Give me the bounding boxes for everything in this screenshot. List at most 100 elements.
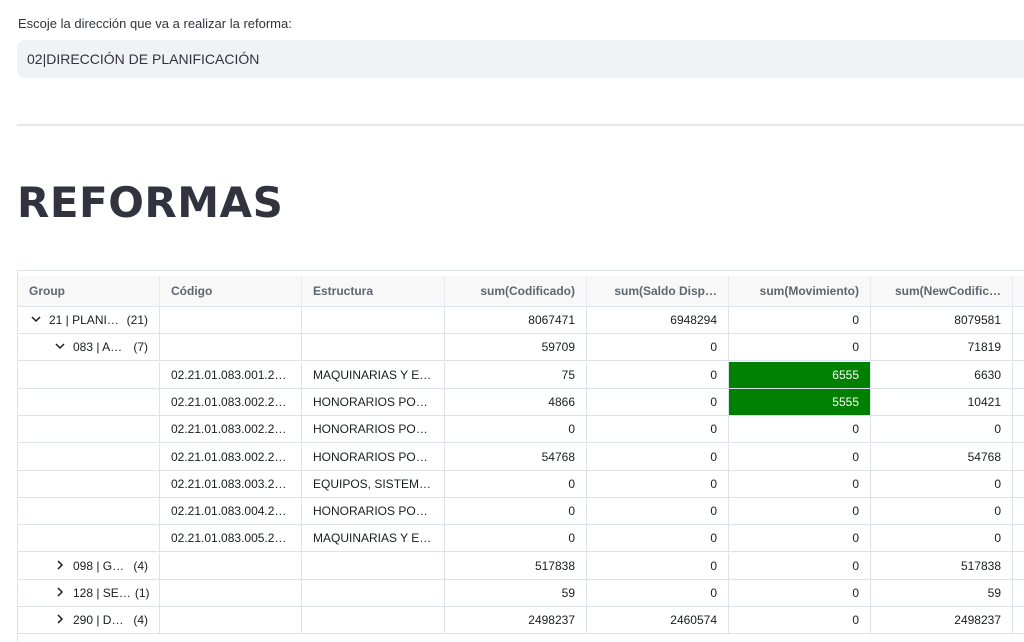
- header-group[interactable]: Group: [18, 276, 160, 306]
- codigo-cell[interactable]: 02.21.01.083.003.2…: [160, 470, 302, 497]
- table-row[interactable]: 02.21.01.083.003.2… EQUIPOS, SISTEMA… 0 0 0 0: [18, 470, 1024, 498]
- newcodificado-cell[interactable]: 6630: [871, 361, 1013, 388]
- saldo-cell[interactable]: 0: [587, 580, 729, 606]
- movimiento-cell[interactable]: 6555: [729, 361, 871, 388]
- codificado-cell[interactable]: 8067471: [445, 307, 587, 333]
- group-toggle[interactable]: 083 | A… (7): [29, 340, 148, 354]
- codificado-cell[interactable]: 0: [445, 498, 587, 525]
- codificado-cell[interactable]: 59: [445, 580, 587, 606]
- movimiento-cell[interactable]: 5555: [729, 388, 871, 415]
- estructura-cell[interactable]: HONORARIOS POR …: [302, 416, 445, 443]
- table-row[interactable]: 02.21.01.083.002.2… HONORARIOS POR … 0 0 0 0: [18, 416, 1024, 444]
- chevron-right-icon[interactable]: [53, 613, 67, 627]
- movimiento-cell[interactable]: 0: [729, 498, 871, 525]
- codificado-cell[interactable]: 517838: [445, 552, 587, 579]
- table-row[interactable]: 083 | A… (7) 59709 0 0 71819: [18, 334, 1024, 362]
- group-toggle[interactable]: 128 | SE… (1): [29, 586, 150, 600]
- codigo-cell[interactable]: [160, 580, 302, 606]
- codigo-cell[interactable]: [160, 334, 302, 361]
- codificado-cell[interactable]: 54768: [445, 443, 587, 470]
- header-estructura[interactable]: Estructura: [302, 276, 445, 306]
- estructura-cell[interactable]: MAQUINARIAS Y EQ…: [302, 361, 445, 388]
- group-toggle[interactable]: 21 | PLANI… (21): [29, 313, 148, 327]
- codigo-cell[interactable]: 02.21.01.083.005.2…: [160, 525, 302, 552]
- group-cell[interactable]: 083 | A… (7): [18, 334, 160, 361]
- codificado-cell[interactable]: 59709: [445, 334, 587, 361]
- chevron-right-icon[interactable]: [53, 559, 67, 573]
- newcodificado-cell[interactable]: 2498237: [871, 607, 1013, 634]
- saldo-cell[interactable]: 0: [587, 525, 729, 552]
- chevron-down-icon[interactable]: [29, 313, 43, 327]
- movimiento-cell[interactable]: 0: [729, 443, 871, 470]
- movimiento-cell[interactable]: 0: [729, 552, 871, 579]
- table-row[interactable]: 098 | G… (4) 517838 0 0 517838: [18, 552, 1024, 580]
- movimiento-cell[interactable]: 0: [729, 416, 871, 443]
- newcodificado-cell[interactable]: 0: [871, 416, 1013, 443]
- table-row[interactable]: 02.21.01.083.001.2… MAQUINARIAS Y EQ… 75 0 6…: [18, 361, 1024, 389]
- movimiento-cell[interactable]: 0: [729, 470, 871, 497]
- codificado-cell[interactable]: 0: [445, 525, 587, 552]
- saldo-cell[interactable]: 0: [587, 498, 729, 525]
- chevron-down-icon[interactable]: [53, 340, 67, 354]
- estructura-cell[interactable]: HONORARIOS POR …: [302, 388, 445, 415]
- codigo-cell[interactable]: [160, 607, 302, 634]
- group-toggle[interactable]: 290 | D… (4): [29, 613, 148, 627]
- codigo-cell[interactable]: 02.21.01.083.004.2…: [160, 498, 302, 525]
- direccion-select[interactable]: 02|DIRECCIÓN DE PLANIFICACIÓN: [17, 40, 1024, 78]
- table-row[interactable]: 02.21.01.083.005.2… MAQUINARIAS Y EQ… 0 0 0 0: [18, 525, 1024, 553]
- estructura-cell[interactable]: HONORARIOS POR …: [302, 498, 445, 525]
- newcodificado-cell[interactable]: 71819: [871, 334, 1013, 361]
- table-row[interactable]: 21 | PLANI… (21) 8067471 6948294 0 8079581: [18, 307, 1024, 334]
- codificado-cell[interactable]: 2498237: [445, 607, 587, 634]
- movimiento-cell[interactable]: 0: [729, 607, 871, 634]
- saldo-cell[interactable]: 6948294: [587, 307, 729, 333]
- movimiento-cell[interactable]: 0: [729, 525, 871, 552]
- group-cell[interactable]: 098 | G… (4): [18, 552, 160, 579]
- saldo-cell[interactable]: 0: [587, 470, 729, 497]
- newcodificado-cell[interactable]: 59: [871, 580, 1013, 606]
- table-row[interactable]: 02.21.01.083.004.2… HONORARIOS POR … 0 0 0 0: [18, 498, 1024, 526]
- header-saldo[interactable]: sum(Saldo Disp…: [587, 276, 729, 306]
- codigo-cell[interactable]: 02.21.01.083.002.2…: [160, 443, 302, 470]
- newcodificado-cell[interactable]: 54768: [871, 443, 1013, 470]
- movimiento-cell[interactable]: 0: [729, 580, 871, 606]
- table-row[interactable]: 02.21.01.083.002.2… HONORARIOS POR … 4866 0…: [18, 388, 1024, 416]
- estructura-cell[interactable]: [302, 307, 445, 333]
- header-codigo[interactable]: Código: [160, 276, 302, 306]
- codigo-cell[interactable]: 02.21.01.083.002.2…: [160, 388, 302, 415]
- codificado-cell[interactable]: 0: [445, 470, 587, 497]
- table-row[interactable]: 128 | SE… (1) 59 0 0 59: [18, 580, 1024, 607]
- saldo-cell[interactable]: 0: [587, 416, 729, 443]
- estructura-cell[interactable]: [302, 580, 445, 606]
- saldo-cell[interactable]: 0: [587, 443, 729, 470]
- saldo-cell[interactable]: 0: [587, 361, 729, 388]
- newcodificado-cell[interactable]: 10421: [871, 388, 1013, 415]
- movimiento-cell[interactable]: 0: [729, 334, 871, 361]
- newcodificado-cell[interactable]: 517838: [871, 552, 1013, 579]
- codificado-cell[interactable]: 75: [445, 361, 587, 388]
- saldo-cell[interactable]: 0: [587, 552, 729, 579]
- newcodificado-cell[interactable]: 0: [871, 470, 1013, 497]
- saldo-cell[interactable]: 0: [587, 334, 729, 361]
- saldo-cell[interactable]: 0: [587, 388, 729, 415]
- table-row[interactable]: 290 | D… (4) 2498237 2460574 0 2498237: [18, 607, 1024, 635]
- codigo-cell[interactable]: 02.21.01.083.001.2…: [160, 361, 302, 388]
- estructura-cell[interactable]: MAQUINARIAS Y EQ…: [302, 525, 445, 552]
- chevron-right-icon[interactable]: [53, 586, 67, 600]
- codificado-cell[interactable]: 4866: [445, 388, 587, 415]
- codigo-cell[interactable]: [160, 307, 302, 333]
- header-codificado[interactable]: sum(Codificado): [445, 276, 587, 306]
- header-newcodificado[interactable]: sum(NewCodific…: [871, 276, 1013, 306]
- codificado-cell[interactable]: 0: [445, 416, 587, 443]
- estructura-cell[interactable]: [302, 607, 445, 634]
- group-cell[interactable]: 290 | D… (4): [18, 607, 160, 634]
- codigo-cell[interactable]: 02.21.01.083.002.2…: [160, 416, 302, 443]
- header-movimiento[interactable]: sum(Movimiento): [729, 276, 871, 306]
- codigo-cell[interactable]: [160, 552, 302, 579]
- newcodificado-cell[interactable]: 8079581: [871, 307, 1013, 333]
- newcodificado-cell[interactable]: 0: [871, 498, 1013, 525]
- estructura-cell[interactable]: [302, 334, 445, 361]
- estructura-cell[interactable]: EQUIPOS, SISTEMA…: [302, 470, 445, 497]
- newcodificado-cell[interactable]: 0: [871, 525, 1013, 552]
- movimiento-cell[interactable]: 0: [729, 307, 871, 333]
